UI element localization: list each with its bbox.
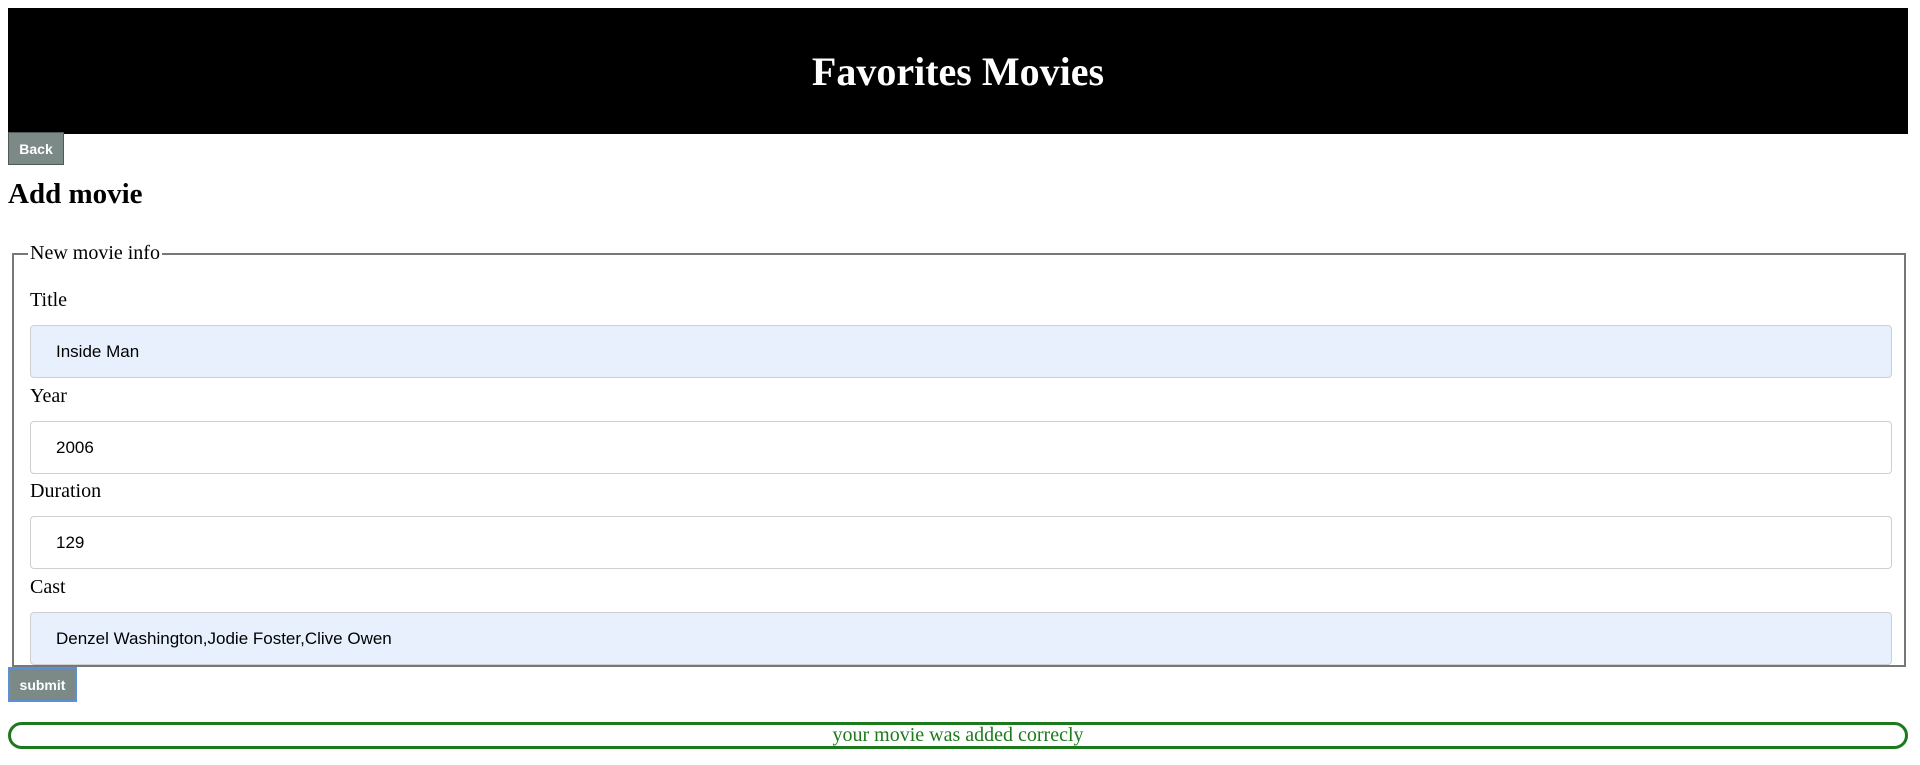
duration-label: Duration	[30, 480, 102, 502]
cast-input[interactable]	[30, 612, 1892, 665]
back-button[interactable]: Back	[8, 132, 64, 165]
fieldset-legend: New movie info	[30, 242, 160, 264]
duration-input[interactable]	[30, 516, 1892, 569]
year-input[interactable]	[30, 421, 1892, 474]
submit-button[interactable]: submit	[8, 667, 77, 702]
title-input[interactable]	[30, 325, 1892, 378]
movie-info-fieldset: New movie info Title Year Duration Cast	[12, 242, 1906, 667]
success-message: your movie was added correcly	[8, 722, 1908, 749]
year-label: Year	[30, 385, 67, 407]
title-label: Title	[30, 289, 68, 311]
page: Favorites Movies Back Add movie New movi…	[0, 0, 1920, 765]
header-banner: Favorites Movies	[8, 8, 1908, 134]
page-title: Add movie	[8, 178, 143, 210]
site-title: Favorites Movies	[811, 48, 1105, 94]
cast-label: Cast	[30, 576, 66, 598]
